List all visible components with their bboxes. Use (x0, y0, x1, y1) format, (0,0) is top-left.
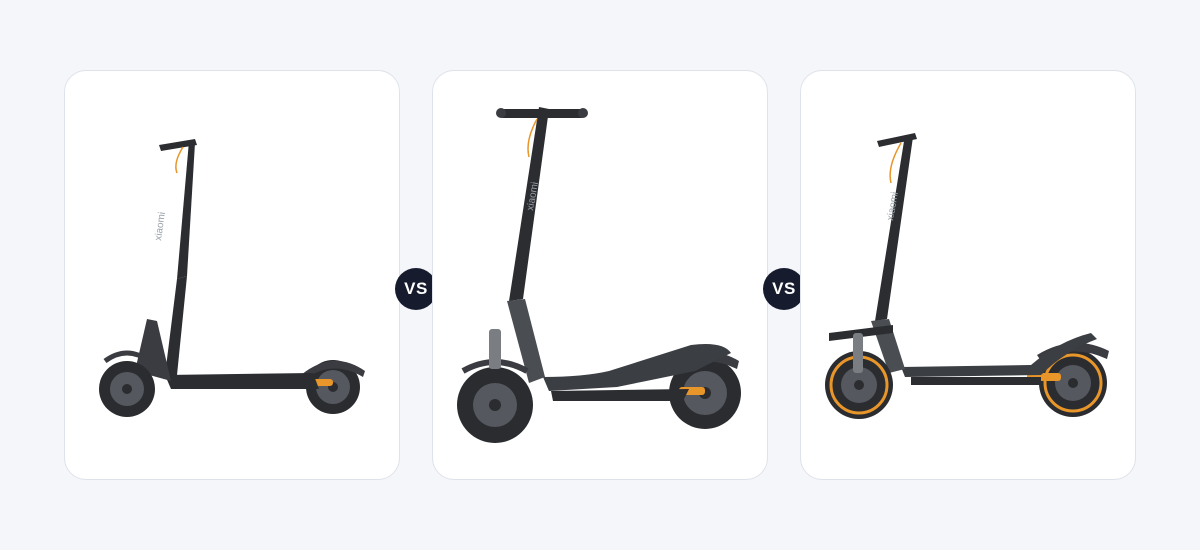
product-card-2[interactable]: xiaomi (432, 70, 768, 480)
scooter-seat-deck-icon: xiaomi (457, 107, 741, 443)
product-card-3[interactable]: xiaomi (800, 70, 1136, 480)
product-card-1[interactable]: xiaomi (64, 70, 400, 480)
vs-badge: VS (763, 268, 805, 310)
scooter-standard-icon: xiaomi (99, 139, 365, 417)
scooter-offroad-icon: xiaomi (825, 133, 1109, 419)
brand-mark: xiaomi (153, 211, 168, 241)
vs-badge: VS (395, 268, 437, 310)
